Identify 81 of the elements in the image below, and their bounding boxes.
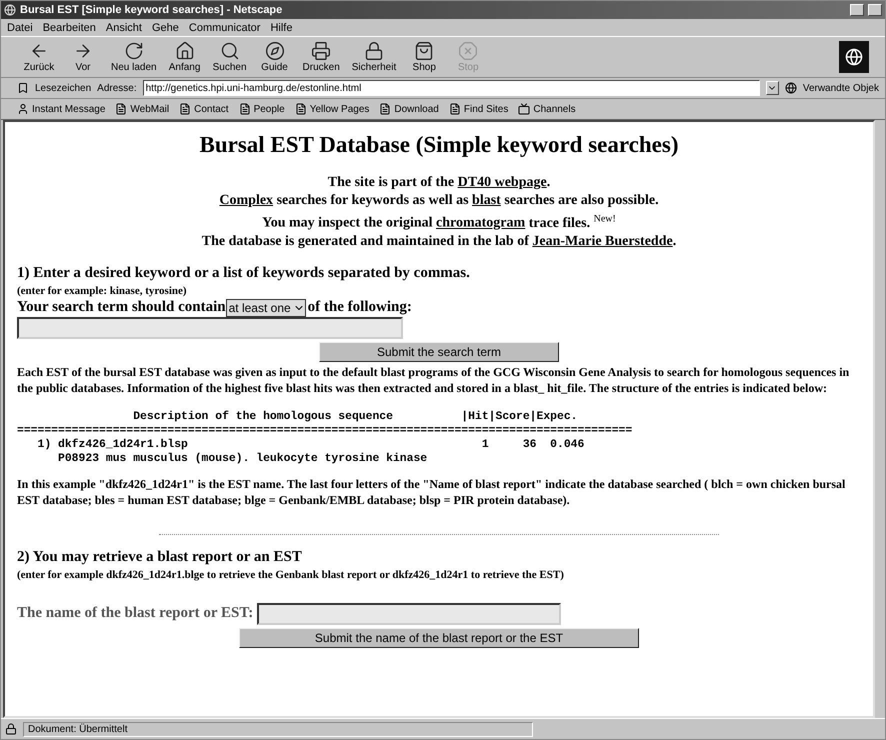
page-icon	[294, 103, 307, 115]
intro-line: The site is part of the DT40 webpage.	[326, 174, 552, 192]
prompt-text: Your search term should contain	[17, 299, 226, 316]
toolbar-button[interactable]: Shop	[402, 39, 446, 75]
prompt-text: of the following:	[308, 299, 412, 316]
submit-button[interactable]: Submit the name of the blast report or the EST	[239, 628, 639, 648]
toolbar-button[interactable]: Zurück	[17, 39, 61, 75]
bookmark-button[interactable]: Contact	[179, 103, 229, 115]
bookmark-button[interactable]: People	[238, 103, 285, 115]
globe-icon	[784, 82, 797, 94]
lock-icon	[364, 41, 384, 61]
toolbar-button[interactable]: Guide	[252, 39, 297, 75]
bookmarks-label[interactable]: Lesezeichen	[35, 82, 92, 94]
bag-icon	[414, 41, 434, 61]
printer-icon	[311, 41, 332, 61]
page-heading: Bursal EST Database (Simple keyword searches)	[198, 132, 680, 158]
match-select[interactable]: at least one	[226, 298, 306, 317]
menu-item[interactable]: Gehe	[152, 22, 179, 34]
bookmark-icon	[17, 82, 29, 94]
toolbar-button[interactable]: Suchen	[206, 39, 253, 75]
lock-icon	[5, 723, 17, 735]
stop-icon	[458, 41, 478, 61]
hint-text: (enter for example dkfz426_1d24r1.blge to retrieve the Genbank blast report or dkfz426_1d24r1 to retrieve the EST)	[17, 568, 565, 581]
section-heading: 2) You may retrieve a blast report or an EST	[17, 548, 303, 566]
submit-button[interactable]: Submit the search term	[319, 342, 559, 362]
tv-icon	[518, 103, 530, 115]
section-heading: 1) Enter a desired keyword or a list of keywords separated by commas.	[17, 264, 471, 282]
menu-item[interactable]: Bearbeiten	[42, 22, 96, 34]
link[interactable]: Complex	[219, 193, 274, 208]
description-text: Each EST of the bursal EST database was given as input to the default blast programs of the GCG Wisconsin Gene Analysis to search for homologous sequences in the public databases. Information of the highest five blast hits was then extracted and stored in a blast_ hit_file. The structure of the entries is indicated below:	[17, 364, 850, 396]
search-field[interactable]	[17, 316, 403, 339]
result-line: P08923 mus musculus (mouse). leukocyte tyrosine kinase	[57, 452, 428, 466]
bookmark-button[interactable]: WebMail	[115, 103, 170, 115]
name-field[interactable]	[257, 602, 562, 625]
field-label: The name of the blast report or EST:	[17, 605, 254, 622]
related-label[interactable]: Verwandte Objek	[802, 82, 879, 94]
intro-line: Complex searches for keywords as well as blast searches are also possible.	[218, 192, 660, 210]
link[interactable]: DT40 webpage	[458, 175, 547, 190]
menu-item[interactable]: Ansicht	[106, 22, 142, 34]
result-line: 1) dkfz426_1d24r1.blsp 1 36 0.046	[36, 438, 586, 452]
status-text: Dokument: Übermittelt	[23, 722, 533, 736]
toolbar-button[interactable]: Vor	[61, 39, 105, 75]
app-icon	[4, 4, 16, 16]
toolbar-button[interactable]: Anfang	[162, 39, 207, 75]
address-label: Adresse:	[97, 82, 137, 94]
address-field[interactable]: http://genetics.hpi.uni-hamburg.de/estonline.html	[142, 80, 760, 96]
bookmark-button[interactable]: Download	[379, 103, 439, 115]
menu-item[interactable]: Datei	[7, 22, 33, 34]
explanation-text: In this example "dkfz426_1d24r1" is the EST name. The last four letters of the "Name of blast report" indicate the database searched ( blch = own chicken bursal EST database; bles = human EST database; blge = Genbank/EMBL database; blsp = PIR protein database).	[17, 476, 846, 508]
separator-line: ==========================================================================================	[17, 426, 634, 438]
link[interactable]: Jean-Marie Buerstedde	[532, 234, 673, 249]
page-icon	[448, 103, 461, 115]
bookmark-button[interactable]: Yellow Pages	[294, 103, 370, 115]
intro-line: You may inspect the original chromatogram trace files. $^{New!}$	[261, 212, 617, 233]
search-icon	[220, 41, 240, 61]
toolbar-button[interactable]: Neu laden	[105, 39, 163, 75]
link[interactable]: blast	[472, 193, 501, 208]
intro-line: The database is generated and maintained in the lab of Jean-Marie Buerstedde.	[200, 232, 678, 251]
hint-text: (enter for example: kinase, tyrosine)	[17, 284, 188, 297]
window-title: Bursal EST [Simple keyword searches] - Netscape	[20, 4, 284, 16]
person-icon	[17, 103, 29, 115]
minimize-button[interactable]	[850, 4, 864, 16]
toolbar-button[interactable]: Drucken	[296, 39, 346, 75]
compass-icon	[264, 41, 285, 61]
bookmark-button[interactable]: Channels	[518, 103, 576, 115]
page-icon	[238, 103, 251, 115]
menu-item[interactable]: Hilfe	[270, 22, 292, 34]
bookmark-button[interactable]: Find Sites	[448, 103, 508, 115]
maximize-button[interactable]	[868, 4, 882, 16]
logo-icon	[839, 41, 869, 73]
bookmark-button[interactable]: Instant Message	[17, 103, 106, 115]
toolbar-button[interactable]: Sicherheit	[346, 39, 402, 75]
dropdown-button[interactable]	[766, 81, 779, 95]
page-icon	[115, 103, 128, 115]
menu-item[interactable]: Communicator	[188, 22, 260, 34]
page-icon	[179, 103, 192, 115]
reload-icon	[124, 41, 144, 61]
home-icon	[174, 41, 195, 61]
page-icon	[379, 103, 392, 115]
link[interactable]: chromatogram	[436, 216, 526, 231]
table-header: Description of the homologous sequence |Hit|Score|Expec.	[132, 410, 579, 425]
